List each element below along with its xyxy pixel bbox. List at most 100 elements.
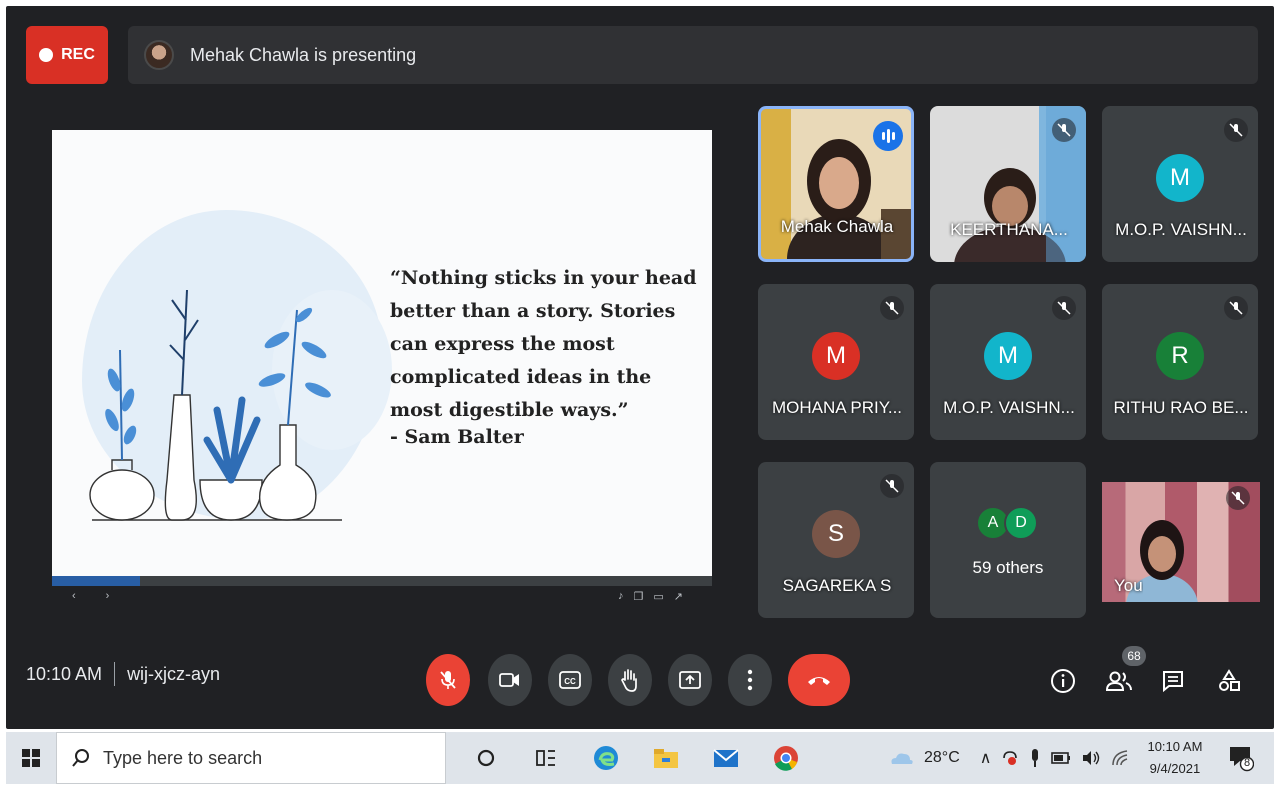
participant-name: RITHU RAO BE... <box>1113 398 1249 417</box>
camera-toggle-button[interactable] <box>488 654 532 706</box>
display-icon[interactable]: ▭ <box>653 590 663 603</box>
participant-avatar: S <box>812 510 860 558</box>
start-button[interactable] <box>6 732 56 784</box>
participant-avatar: M <box>1156 154 1204 202</box>
participant-tile[interactable]: M M.O.P. VAISHN... <box>1102 106 1258 262</box>
mic-off-icon <box>1052 296 1076 320</box>
people-icon <box>1105 671 1132 691</box>
others-tile[interactable]: A D 59 others <box>930 462 1086 618</box>
meeting-details: 10:10 AM wij-xjcz-ayn <box>26 662 220 686</box>
participant-tile[interactable]: M MOHANA PRIY... <box>758 284 914 440</box>
participant-count-badge: 68 <box>1122 646 1146 666</box>
slide-progress-bar <box>52 576 712 586</box>
presenting-banner: Mehak Chawla is presenting <box>128 26 1258 84</box>
slide-quote: “Nothing sticks in your head better than… <box>390 267 697 421</box>
participant-avatar: M <box>984 332 1032 380</box>
windows-taskbar: Type here to search 28°C ∧ 10:10 AM 9/4/… <box>6 732 1274 784</box>
edge-browser-icon[interactable] <box>588 740 624 776</box>
people-button[interactable] <box>1104 666 1134 696</box>
participant-avatar: M <box>812 332 860 380</box>
slide-navigation: ‹ › <box>72 590 109 602</box>
participant-name: SAGAREKA S <box>782 576 892 595</box>
copy-icon[interactable]: ❐ <box>634 590 644 603</box>
expand-icon[interactable]: ↗ <box>674 590 683 603</box>
task-view-icon[interactable] <box>528 740 564 776</box>
present-screen-button[interactable] <box>668 654 712 706</box>
participant-tile[interactable]: KEERTHANA... <box>930 106 1086 262</box>
notification-center-button[interactable]: 8 <box>1228 744 1255 772</box>
battery-icon[interactable] <box>1051 751 1071 765</box>
recording-indicator: REC <box>26 26 108 84</box>
audio-icon[interactable]: ♪ <box>618 590 624 603</box>
mic-off-icon <box>1224 118 1248 142</box>
presentation-slide: “Nothing sticks in your head better than… <box>52 130 712 586</box>
chat-button[interactable] <box>1158 666 1188 696</box>
chrome-icon[interactable] <box>768 740 804 776</box>
more-options-button[interactable] <box>728 654 772 706</box>
mic-off-icon <box>880 296 904 320</box>
raise-hand-button[interactable] <box>608 654 652 706</box>
captions-button[interactable]: CC <box>548 654 592 706</box>
chevron-left-icon[interactable]: ‹ <box>72 590 76 602</box>
microphone-icon[interactable] <box>1029 748 1041 768</box>
notification-count: 8 <box>1243 757 1251 769</box>
chevron-up-icon[interactable]: ∧ <box>980 748 992 768</box>
wifi-icon[interactable] <box>1111 749 1131 767</box>
participant-tile[interactable]: Mehak Chawla <box>758 106 914 262</box>
participant-name: M.O.P. VAISHN... <box>1115 220 1247 239</box>
closed-captions-icon: CC <box>559 671 581 689</box>
participant-name: MOHANA PRIY... <box>771 398 903 417</box>
participant-tile[interactable]: M M.O.P. VAISHN... <box>930 284 1086 440</box>
chat-icon <box>1163 671 1183 693</box>
rec-label: REC <box>61 46 95 63</box>
slide-tools: ♪ ❐ ▭ ↗ <box>618 590 683 603</box>
weather-icon[interactable] <box>888 748 914 768</box>
system-tray: 28°C ∧ 10:10 AM 9/4/2021 <box>888 732 1202 784</box>
speaker-icon[interactable] <box>1081 749 1101 767</box>
file-explorer-icon[interactable] <box>648 740 684 776</box>
mail-icon[interactable] <box>708 740 744 776</box>
activities-button[interactable] <box>1214 666 1244 696</box>
presenting-text: Mehak Chawla is presenting <box>190 44 417 65</box>
presenter-avatar <box>144 40 174 70</box>
slide-author: - Sam Balter <box>390 426 524 448</box>
search-icon <box>72 749 89 767</box>
plant-vases-illustration <box>89 289 342 521</box>
camera-icon <box>499 673 519 687</box>
participant-tile[interactable]: S SAGAREKA S <box>758 462 914 618</box>
cortana-icon[interactable] <box>468 740 504 776</box>
svg-text:CC: CC <box>564 677 576 686</box>
mic-off-icon <box>1226 486 1250 510</box>
search-placeholder: Type here to search <box>103 747 263 768</box>
taskbar-apps <box>468 740 804 776</box>
taskbar-clock[interactable]: 10:10 AM 9/4/2021 <box>1147 736 1202 780</box>
meeting-code: wij-xjcz-ayn <box>127 663 221 684</box>
mic-off-icon <box>440 671 456 689</box>
mic-off-icon <box>880 474 904 498</box>
slide-progress-fill <box>52 576 140 586</box>
speaking-indicator-icon <box>873 121 903 151</box>
others-count: 59 others <box>972 558 1044 577</box>
temperature-label[interactable]: 28°C <box>924 749 960 767</box>
participant-name: KEERTHANA... <box>950 220 1068 239</box>
info-icon <box>1051 669 1075 693</box>
hand-icon <box>621 669 637 692</box>
mic-toggle-button[interactable] <box>426 654 470 706</box>
chevron-right-icon[interactable]: › <box>106 590 110 602</box>
participant-tile[interactable]: R RITHU RAO BE... <box>1102 284 1258 440</box>
meeting-details-button[interactable] <box>1048 666 1078 696</box>
more-vert-icon <box>747 669 753 691</box>
leave-call-button[interactable] <box>788 654 850 706</box>
self-tile[interactable]: You <box>1102 482 1260 602</box>
participant-avatar: D <box>1004 506 1038 540</box>
others-avatars: A D <box>976 506 1038 540</box>
activities-icon <box>1219 669 1240 691</box>
taskbar-search-box[interactable]: Type here to search <box>56 732 446 784</box>
windows-logo-icon <box>22 749 40 767</box>
security-icon[interactable] <box>1001 749 1019 767</box>
participant-avatar: R <box>1156 332 1204 380</box>
present-icon <box>679 671 701 689</box>
participant-name: M.O.P. VAISHN... <box>943 398 1075 417</box>
mic-off-icon <box>1052 118 1076 142</box>
divider <box>114 662 116 686</box>
